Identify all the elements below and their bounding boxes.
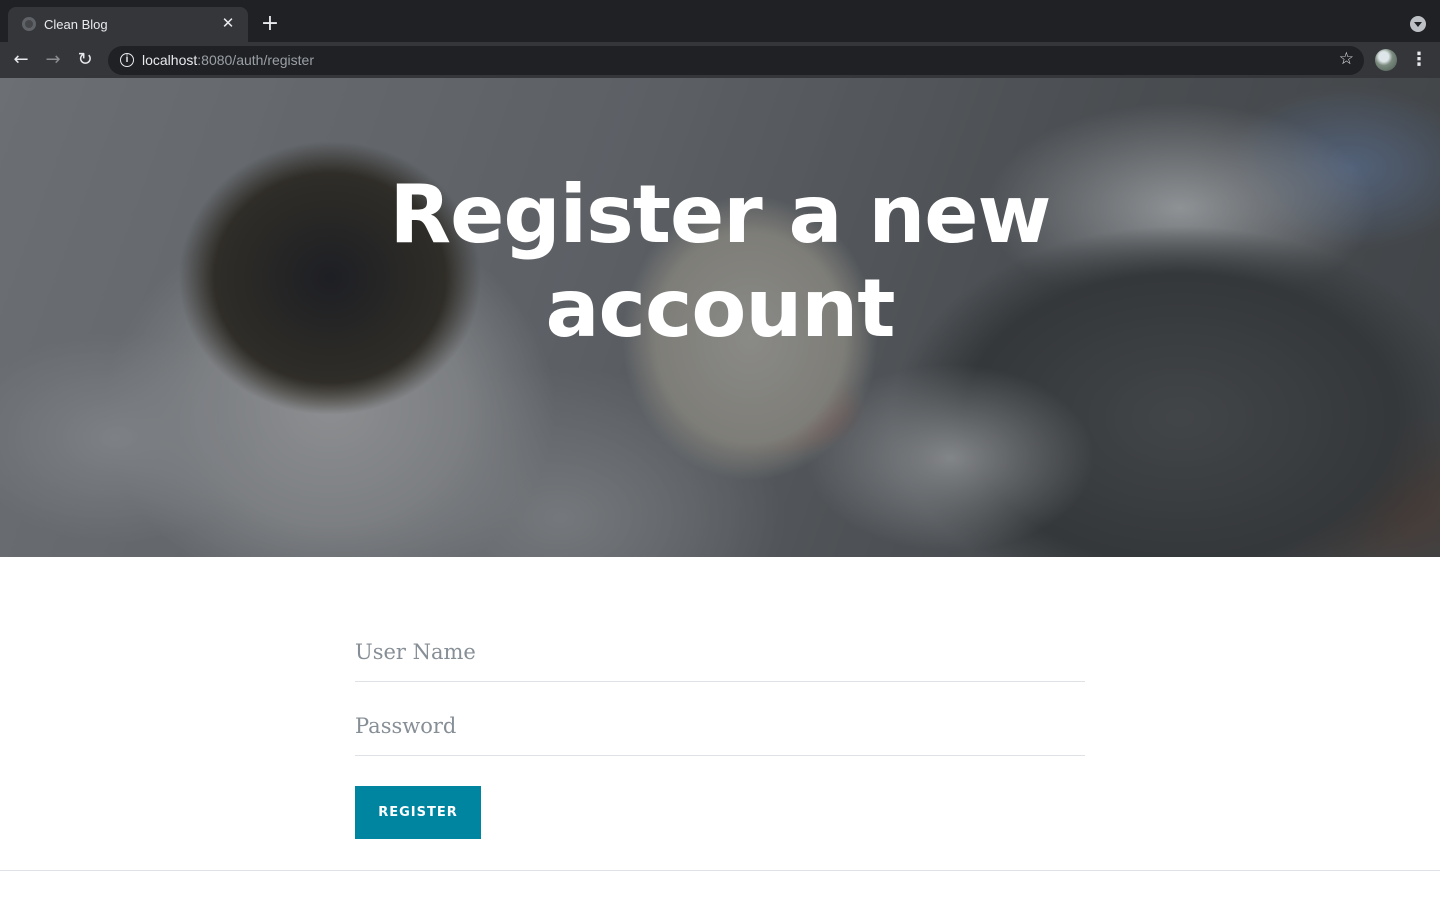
back-icon[interactable]: ← (9, 48, 33, 72)
star-icon[interactable]: ☆ (1339, 49, 1354, 69)
reload-icon[interactable]: ↻ (73, 48, 97, 72)
browser-tab-bar: Clean Blog ✕ + (0, 0, 1440, 42)
kebab-menu-icon[interactable]: ⋮ (1410, 48, 1428, 72)
info-icon[interactable]: i (120, 53, 134, 67)
footer-divider (0, 870, 1440, 871)
new-tab-icon[interactable]: + (258, 12, 282, 36)
browser-toolbar: ← → ↻ i localhost:8080/auth/register ☆ ⋮ (0, 42, 1440, 78)
tab-title: Clean Blog (44, 17, 108, 32)
profile-avatar[interactable] (1375, 49, 1397, 71)
hero-header: Register a new account (0, 78, 1440, 557)
password-input[interactable] (355, 697, 1085, 756)
url-path: :8080/auth/register (197, 52, 315, 68)
page-title: Register a new account (389, 168, 1052, 355)
close-icon[interactable]: ✕ (218, 13, 238, 33)
globe-icon (22, 17, 36, 31)
address-bar[interactable]: i localhost:8080/auth/register ☆ (108, 46, 1364, 75)
browser-tab[interactable]: Clean Blog ✕ (8, 7, 248, 42)
tab-search-icon[interactable] (1410, 16, 1426, 32)
forward-icon[interactable]: → (41, 48, 65, 72)
url-text[interactable]: localhost:8080/auth/register (142, 52, 314, 68)
url-host: localhost (142, 52, 198, 68)
username-input[interactable] (355, 623, 1085, 682)
register-button[interactable]: Register (355, 786, 481, 839)
